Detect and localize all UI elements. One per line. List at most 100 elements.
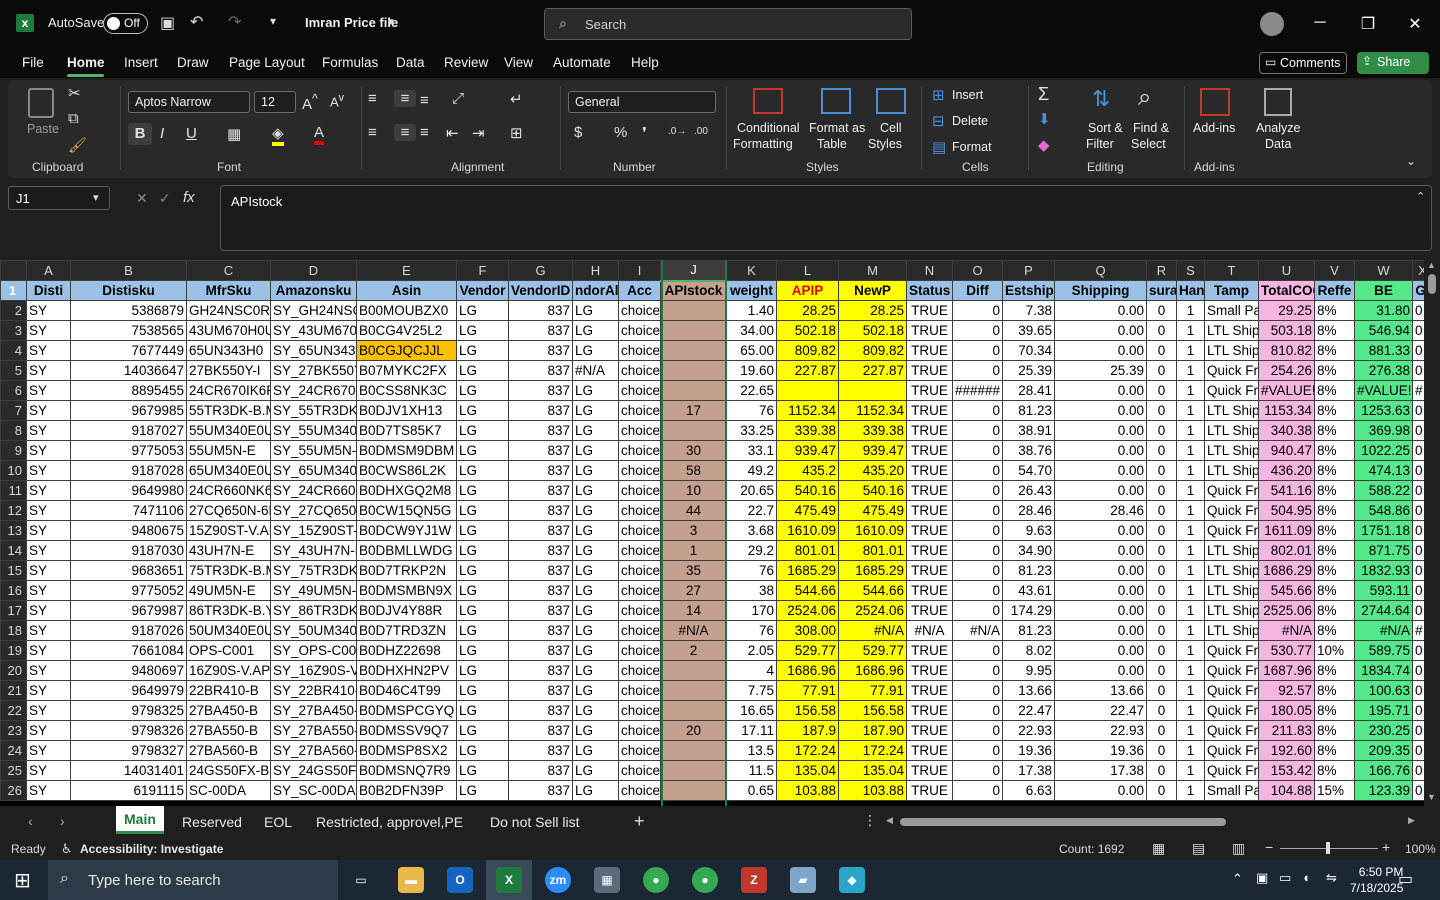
table-cell[interactable]: 0 <box>1146 560 1177 581</box>
table-cell[interactable]: 254.26 <box>1258 360 1315 381</box>
table-cell[interactable]: LG <box>572 560 619 581</box>
table-cell[interactable]: LG <box>572 320 619 341</box>
table-cell[interactable]: SY_27CQ650N <box>270 500 357 521</box>
table-cell[interactable]: LG <box>456 660 509 681</box>
table-cell[interactable]: 2524.06 <box>776 600 839 621</box>
table-cell[interactable]: 435.2 <box>776 460 839 481</box>
table-cell[interactable]: 474.13 <box>1354 460 1413 481</box>
table-cell[interactable]: 0 <box>1146 440 1177 461</box>
table-cell[interactable]: 588.22 <box>1354 480 1413 501</box>
analyze-data-icon[interactable] <box>1264 88 1292 116</box>
minimize-icon[interactable]: ─ <box>1310 14 1330 32</box>
table-cell[interactable]: LG <box>572 400 619 421</box>
table-cell[interactable]: Small Pa <box>1204 300 1259 321</box>
table-cell[interactable] <box>660 360 727 381</box>
table-cell[interactable]: 55UM340E0U <box>186 420 271 441</box>
table-cell[interactable]: 195.71 <box>1354 700 1413 721</box>
table-cell[interactable]: 38 <box>726 580 777 601</box>
decrease-decimal-icon[interactable]: .00 <box>694 126 708 137</box>
insert-function-icon[interactable]: fx <box>183 189 195 206</box>
table-cell[interactable]: 837 <box>508 740 573 761</box>
table-cell[interactable]: 172.24 <box>776 740 839 761</box>
table-cell[interactable]: 11.5 <box>726 760 777 781</box>
table-cell[interactable]: 871.75 <box>1354 540 1413 561</box>
table-cell[interactable]: 22.47 <box>1054 700 1147 721</box>
table-cell[interactable]: 0 <box>952 680 1003 701</box>
fill-icon[interactable]: ⬇ <box>1038 110 1051 128</box>
table-cell[interactable]: 940.47 <box>1258 440 1315 461</box>
row-header[interactable]: 2 <box>0 300 27 321</box>
table-cell[interactable]: 0 <box>952 780 1003 801</box>
conditional-label-2[interactable]: Formatting <box>733 136 793 152</box>
table-cell[interactable]: B07MYKC2FX <box>356 360 457 381</box>
table-cell[interactable]: 9798326 <box>70 720 187 741</box>
collapse-ribbon-icon[interactable]: ⌄ <box>1406 154 1416 168</box>
table-cell[interactable]: 809.82 <box>838 340 907 361</box>
table-cell[interactable]: 8% <box>1314 480 1355 501</box>
table-cell[interactable]: 339.38 <box>838 420 907 441</box>
table-cell[interactable]: LTL Ship <box>1204 400 1259 421</box>
tray-volume-icon[interactable]: ◖ <box>1302 870 1310 885</box>
horizontal-scroll-thumb[interactable] <box>900 818 1226 826</box>
table-cell[interactable]: 81.23 <box>1002 560 1055 581</box>
table-cell[interactable]: 7677449 <box>70 340 187 361</box>
table-cell[interactable]: choice <box>618 580 661 601</box>
table-cell[interactable]: 809.82 <box>776 340 839 361</box>
table-cell[interactable]: LTL Ship <box>1204 560 1259 581</box>
column-header-b[interactable]: B <box>70 260 187 281</box>
table-cell[interactable]: 0 <box>1146 380 1177 401</box>
accessibility-status[interactable]: Accessibility: Investigate <box>80 842 223 856</box>
table-cell[interactable]: 0 <box>1412 540 1424 561</box>
column-header-x[interactable]: X <box>1412 260 1424 281</box>
table-cell[interactable]: 76 <box>726 620 777 641</box>
table-cell[interactable]: 0 <box>1412 460 1424 481</box>
table-cell[interactable] <box>838 380 907 401</box>
table-cell[interactable]: LG <box>572 640 619 661</box>
vpn-app-icon[interactable]: ◆ <box>839 867 865 893</box>
row-header[interactable]: 11 <box>0 480 27 501</box>
column-header-c[interactable]: C <box>186 260 271 281</box>
table-cell[interactable]: 1 <box>1176 680 1205 701</box>
table-cell[interactable]: SY <box>26 440 71 461</box>
table-cell[interactable]: LG <box>572 580 619 601</box>
table-cell[interactable]: 70.34 <box>1002 340 1055 361</box>
table-cell[interactable]: 1610.09 <box>838 520 907 541</box>
table-cell[interactable]: choice <box>618 680 661 701</box>
formula-input[interactable]: APIstock <box>220 185 1432 251</box>
table-cell[interactable] <box>660 340 727 361</box>
table-cell[interactable]: LG <box>456 760 509 781</box>
insert-cells-icon[interactable]: ⊞ <box>932 86 945 104</box>
find-select-icon[interactable]: ⌕ <box>1138 84 1151 112</box>
table-cell[interactable]: 35 <box>660 560 727 581</box>
table-cell[interactable]: LG <box>572 680 619 701</box>
table-cell[interactable]: 0.00 <box>1054 560 1147 581</box>
table-cell[interactable]: LG <box>456 620 509 641</box>
table-cell[interactable]: 0.00 <box>1054 300 1147 321</box>
table-cell[interactable]: LG <box>572 520 619 541</box>
table-cell[interactable]: 16Z90S-V.APC <box>186 660 271 681</box>
header-cell[interactable]: Reffe <box>1314 280 1355 301</box>
row-header[interactable]: 15 <box>0 560 27 581</box>
table-cell[interactable]: 475.49 <box>838 500 907 521</box>
table-cell[interactable]: SY_65UN343H <box>270 340 357 361</box>
table-cell[interactable]: 0 <box>952 560 1003 581</box>
table-cell[interactable]: 1 <box>1176 620 1205 641</box>
table-cell[interactable]: 939.47 <box>776 440 839 461</box>
table-cell[interactable]: 55TR3DK-B.M <box>186 400 271 421</box>
file-explorer-icon[interactable]: ▬ <box>398 867 424 893</box>
table-cell[interactable]: 14036647 <box>70 360 187 381</box>
table-cell[interactable]: 502.18 <box>776 320 839 341</box>
header-cell[interactable]: Shipping <box>1054 280 1147 301</box>
table-cell[interactable]: 837 <box>508 440 573 461</box>
table-cell[interactable]: SY <box>26 400 71 421</box>
clear-icon[interactable]: ◆ <box>1038 136 1050 154</box>
table-cell[interactable]: B0CWS86L2K <box>356 460 457 481</box>
table-cell[interactable]: 530.77 <box>1258 640 1315 661</box>
table-cell[interactable]: 16.65 <box>726 700 777 721</box>
table-cell[interactable]: 1022.25 <box>1354 440 1413 461</box>
table-cell[interactable]: 540.16 <box>838 480 907 501</box>
table-cell[interactable]: 0.00 <box>1054 660 1147 681</box>
table-cell[interactable]: 0 <box>1146 740 1177 761</box>
enter-icon[interactable]: ✓ <box>159 190 171 207</box>
table-cell[interactable]: SY_27BA550-B <box>270 720 357 741</box>
